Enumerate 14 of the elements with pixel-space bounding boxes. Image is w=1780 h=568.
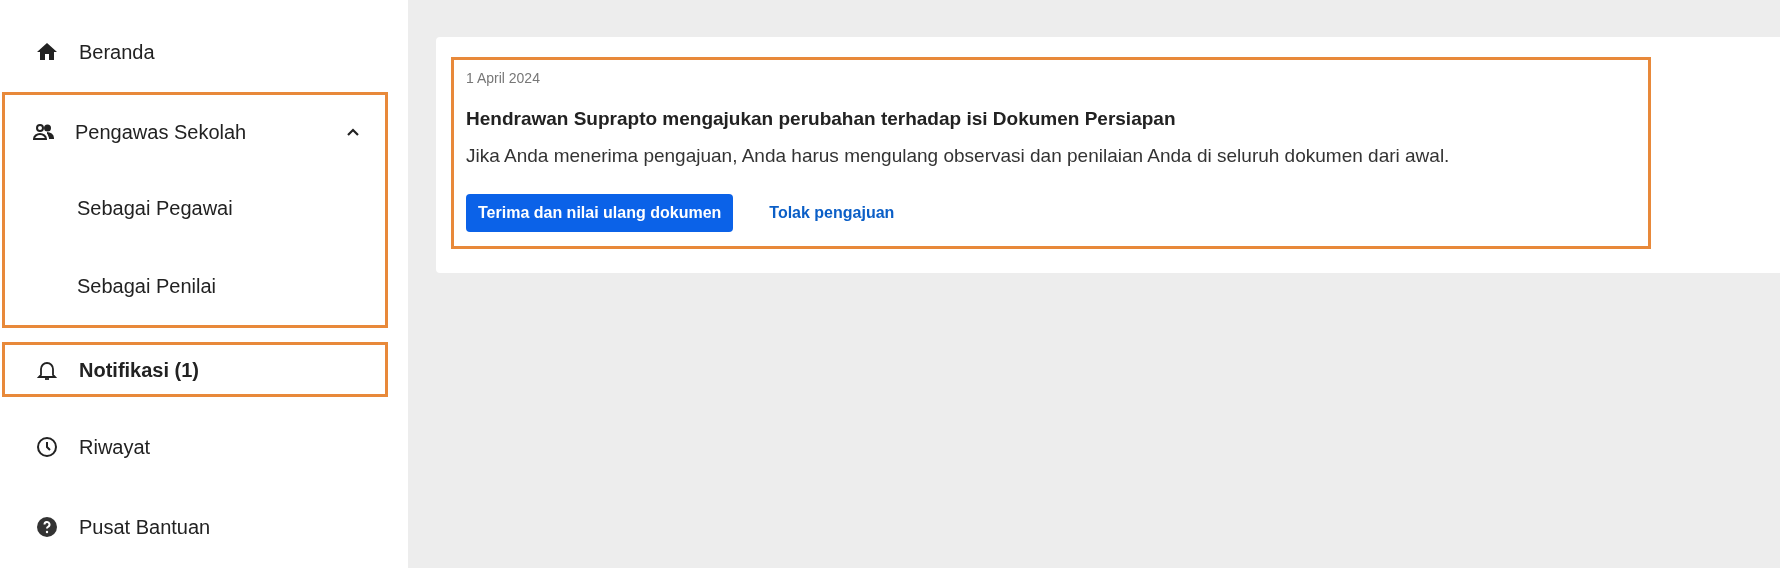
submenu-item[interactable]: Sebagai Penilai bbox=[5, 247, 385, 325]
reject-link[interactable]: Tolak pengajuan bbox=[769, 201, 895, 225]
notification-message: Jika Anda menerima pengajuan, Anda harus mengulang observasi dan penilaian Anda di seluruh dokumen dari awal. bbox=[466, 143, 1451, 168]
menu-group-header[interactable]: Pengawas Sekolah bbox=[5, 95, 385, 169]
accept-button[interactable]: Terima dan nilai ulang dokumen bbox=[466, 194, 734, 232]
menu-item[interactable]: Notifikasi (1) bbox=[5, 345, 385, 394]
clock-icon bbox=[35, 435, 59, 459]
menu-item[interactable]: Pusat Bantuan bbox=[5, 490, 385, 564]
menu-item[interactable]: Beranda bbox=[5, 15, 385, 89]
help-icon bbox=[35, 515, 59, 539]
notification-date: 1 April 2024 bbox=[466, 69, 541, 88]
submenu-item[interactable]: Sebagai Pegawai bbox=[5, 169, 385, 247]
menu-item[interactable]: Riwayat bbox=[5, 410, 385, 484]
notification-title: Hendrawan Suprapto mengajukan perubahan terhadap isi Dokumen Persiapan bbox=[466, 107, 1177, 131]
